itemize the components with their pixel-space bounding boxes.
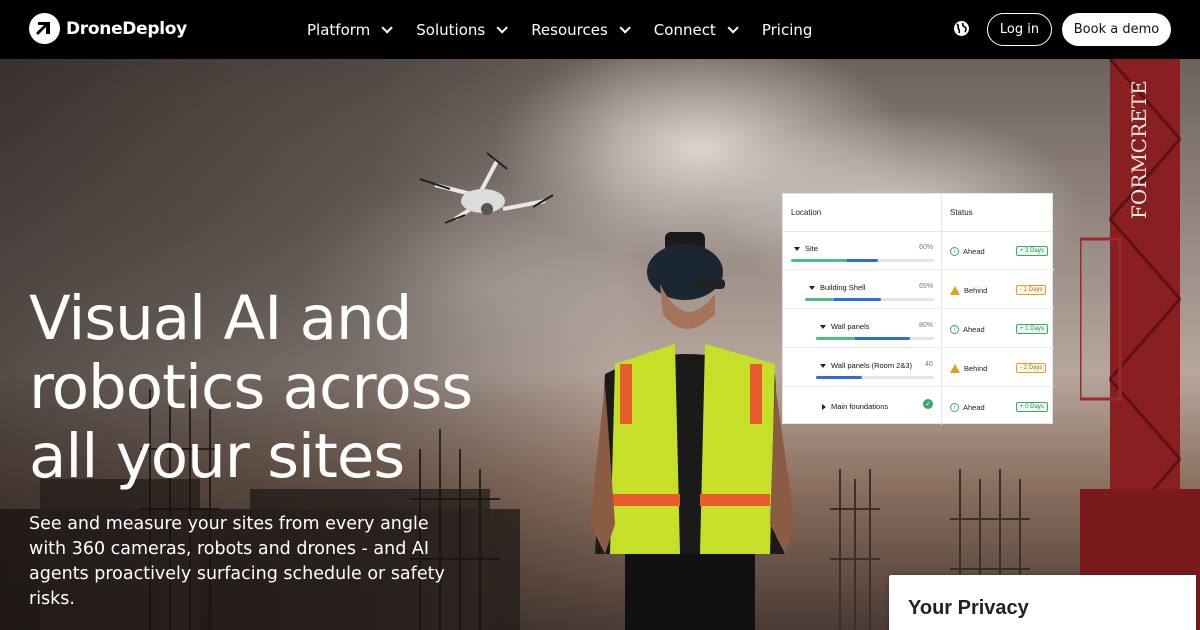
top-navigation: DroneDeploy Platform Solutions Resources… [0,0,1200,59]
crane-brand-text: FORMCRETE [1127,80,1151,219]
check-circle-icon: ✓ [923,399,933,409]
table-row[interactable]: Main foundations ✓ i Ahead + 0 Days [783,388,1054,426]
status-cell: Behind [950,286,987,295]
row-percent: 65% [919,283,934,290]
table-row[interactable]: Wall panels 80% i Ahead + 1 Days [783,310,1054,348]
progress-bar-segment [833,298,881,301]
row-label: Main foundations [822,402,888,411]
globe-icon[interactable] [953,20,970,37]
status-badge: + 1 Days [1016,324,1048,334]
table-row[interactable]: Wall panels (Room 2&3) 40 Behind - 2 Day… [783,349,1054,387]
nav-pricing-label: Pricing [761,20,813,39]
row-percent: 80% [919,322,934,329]
nav-connect-label: Connect [653,20,716,39]
login-button[interactable]: Log in [987,13,1052,46]
caret-down-icon [820,324,826,329]
status-text: Ahead [963,403,985,412]
row-label: Wall panels (Room 2&3) [820,361,912,370]
book-demo-button[interactable]: Book a demo [1062,13,1171,46]
status-badge: + 0 Days [1016,402,1048,412]
status-text: Behind [964,286,988,295]
chevron-down-icon [727,21,739,34]
nav-pricing[interactable]: Pricing [762,21,813,39]
nav-solutions-label: Solutions [416,20,486,39]
hero-subtitle: See and measure your sites from every an… [29,514,445,609]
progress-bar-segment [846,259,878,262]
status-cell: i Ahead [950,247,985,256]
hero-title: Visual AI and robotics across all your s… [29,283,473,492]
info-icon: i [950,247,959,256]
status-text: Behind [964,364,988,373]
row-name: Site [805,244,818,253]
dronedeploy-logo-icon [29,13,60,44]
table-row[interactable]: Site 60% i Ahead + 3 Days [783,232,1054,270]
info-icon: i [950,403,959,412]
row-name: Main foundations [831,402,889,411]
progress-bar-fill [791,259,846,262]
row-name: Wall panels (Room 2&3) [831,361,913,370]
progress-bar [816,337,934,340]
progress-bar [791,259,934,262]
warning-icon [950,286,960,295]
status-badge: - 2 Days [1016,363,1047,373]
brand-name: DroneDeploy [66,18,187,39]
progress-bar-fill [805,298,833,301]
crane-image: FORMCRETE [1080,59,1200,630]
status-text: Ahead [963,247,985,256]
column-location: Location [791,208,822,217]
progress-bar [805,298,934,301]
chevron-down-icon [381,21,394,34]
status-badge: - 1 Days [1016,285,1047,295]
info-icon: i [950,325,959,334]
progress-bar-segment [816,376,862,379]
progress-bar-fill [816,337,854,340]
nav-platform[interactable]: Platform [307,20,394,39]
drone-image [419,152,554,224]
nav-resources[interactable]: Resources [531,20,631,39]
row-percent: 60% [919,244,934,251]
row-percent: 40 [925,361,933,368]
privacy-banner[interactable]: Your Privacy [889,575,1196,630]
caret-down-icon [794,246,800,251]
status-cell: i Ahead [950,403,985,412]
warning-icon [950,364,960,373]
table-row[interactable]: Building Shell 65% Behind - 1 Days [783,271,1054,309]
status-cell: i Ahead [950,325,985,334]
row-name: Building Shell [820,283,866,292]
nav-platform-label: Platform [307,20,371,39]
row-label: Building Shell [809,283,865,292]
table-header: Location Status [783,194,1052,232]
nav-solutions[interactable]: Solutions [416,20,508,39]
status-text: Ahead [963,325,985,334]
nav-resources-label: Resources [531,20,608,39]
chevron-down-icon [496,21,508,34]
progress-bar [816,376,934,379]
column-status: Status [950,208,973,217]
row-label: Wall panels [820,322,870,331]
caret-down-icon [809,285,815,290]
caret-down-icon [820,363,826,368]
row-name: Wall panels [831,322,870,331]
caret-right-icon [822,403,826,410]
status-cell: Behind [950,364,987,373]
row-label: Site [794,244,818,253]
progress-bar-segment [854,337,910,340]
construction-worker-image [590,232,795,630]
progress-table-card: Location Status Site 60% i Ahead + 3 Days… [782,193,1054,426]
main-menu: Platform Solutions Resources Connect Pri… [307,0,839,59]
brand-logo[interactable]: DroneDeploy [29,13,187,44]
nav-connect[interactable]: Connect [653,20,739,39]
status-badge: + 3 Days [1016,246,1048,256]
chevron-down-icon [619,21,631,34]
privacy-title: Your Privacy [908,597,1029,619]
